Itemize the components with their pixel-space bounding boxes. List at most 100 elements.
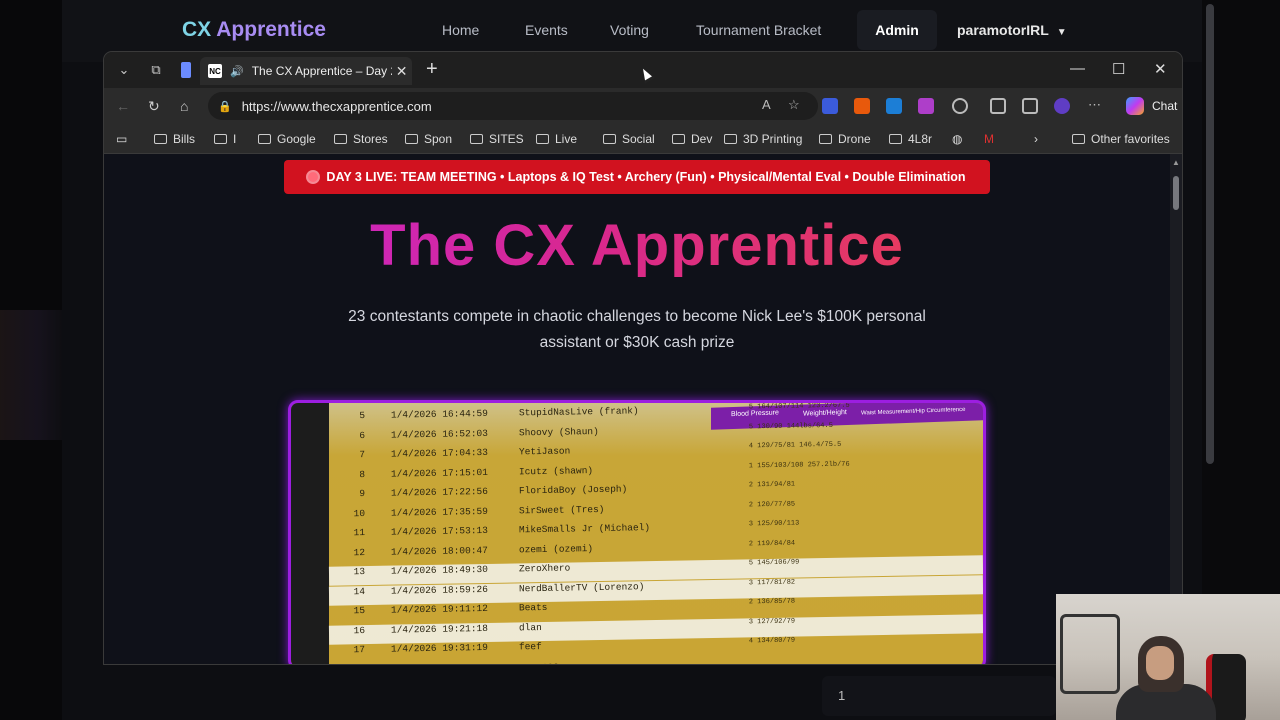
nav-events[interactable]: Events <box>525 22 568 38</box>
sheet-cell-name: ZeroXhero <box>518 562 571 575</box>
bookmark-globe-icon[interactable]: ◍ <box>952 132 962 146</box>
user-menu[interactable]: paramotorIRL ▼ <box>957 22 1067 38</box>
sheet-cell-n: 17 <box>353 644 366 656</box>
bookmarks-bar: ▭ Bills I Google Stores Spon SITES Live … <box>104 124 1182 154</box>
workspaces-icon[interactable]: ⧉ <box>146 60 166 80</box>
nav-home[interactable]: Home <box>442 22 479 38</box>
bookmark-stores[interactable]: Stores <box>334 132 388 146</box>
bookmark-label: Live <box>555 132 578 146</box>
minimize-icon[interactable]: — <box>1070 60 1085 77</box>
sheet-cell-name: Icutz (shawn) <box>518 464 594 477</box>
url-input[interactable] <box>241 98 762 114</box>
spreadsheet-video-frame: Blood Pressure Weight/Height Waist Measu… <box>291 403 983 664</box>
sheet-edge <box>291 403 329 664</box>
refresh-icon[interactable]: ↻ <box>148 98 160 115</box>
split-screen-icon[interactable] <box>990 98 1006 114</box>
extension-fox-icon[interactable] <box>854 98 870 114</box>
extension-color-icon[interactable] <box>918 98 934 114</box>
extension-translate-icon[interactable] <box>886 98 902 114</box>
nav-admin[interactable]: Admin <box>857 10 937 50</box>
extension-shield-icon[interactable] <box>822 98 838 114</box>
bookmark-3d-printing[interactable]: 3D Printing <box>724 132 802 146</box>
sheet-cell-vals: 5 164/107/114 123.2/67.5 <box>748 401 850 412</box>
webcam-overlay <box>1056 594 1280 720</box>
other-favorites[interactable]: Other favorites <box>1072 132 1170 146</box>
folder-icon <box>470 134 483 144</box>
folder-icon <box>536 134 549 144</box>
video-player[interactable]: Blood Pressure Weight/Height Waist Measu… <box>288 400 986 664</box>
folder-icon <box>724 134 737 144</box>
new-tab-icon[interactable]: + <box>426 58 438 81</box>
bookmark-4l8r[interactable]: 4L8r <box>889 132 932 146</box>
bookmark-google[interactable]: Google <box>258 132 316 146</box>
sheet-cell-vals: 3 117/81/82 <box>748 578 796 587</box>
close-window-icon[interactable]: ✕ <box>1154 60 1167 78</box>
bookmark-label: Bills <box>173 132 196 146</box>
page-scrollbar[interactable] <box>1206 4 1214 464</box>
sheet-cell-name: SirSweet (Tres) <box>518 503 605 516</box>
maximize-icon[interactable]: ☐ <box>1112 60 1125 78</box>
vertical-tabs-icon[interactable] <box>176 60 196 80</box>
favorite-star-icon[interactable]: ☆ <box>788 97 800 113</box>
tab-actions-icon[interactable]: ⌄ <box>114 60 134 80</box>
scroll-thumb[interactable] <box>1173 176 1179 210</box>
bookmark-sites[interactable]: SITES <box>470 132 524 146</box>
live-banner[interactable]: DAY 3 LIVE: TEAM MEETING • Laptops & IQ … <box>284 160 990 194</box>
nav-tournament-bracket[interactable]: Tournament Bracket <box>696 22 821 38</box>
content-scrollbar[interactable]: ▲ <box>1170 154 1182 664</box>
sheet-cell-vals: 3 125/90/113 <box>748 519 800 529</box>
tab-active[interactable]: NC 🔊 The CX Apprentice – Day 2 Li ✕ <box>200 57 412 85</box>
site-logo[interactable]: CX Apprentice <box>182 18 326 42</box>
close-tab-icon[interactable]: ✕ <box>396 63 408 80</box>
bookmark-label: Stores <box>353 132 388 146</box>
folder-icon <box>214 134 227 144</box>
background-input[interactable]: 1 <box>822 676 1056 716</box>
sheet-cell-date: 1/4/2026 17:35:59 <box>390 505 488 519</box>
home-icon[interactable]: ⌂ <box>180 98 188 114</box>
read-aloud-icon[interactable]: A <box>762 97 771 112</box>
sheet-cell-n: 16 <box>353 624 366 636</box>
bookmark-i[interactable]: I <box>214 132 236 146</box>
bookmark-live[interactable]: Live <box>536 132 577 146</box>
bookmark-drone[interactable]: Drone <box>819 132 871 146</box>
sheet-cell-vals: 5 130/90 144lbs/64.5 <box>748 421 833 431</box>
scroll-up-icon[interactable]: ▲ <box>1172 158 1180 167</box>
url-field[interactable]: 🔒 <box>208 92 818 120</box>
profile-avatar-icon[interactable] <box>1054 98 1070 114</box>
more-options-icon[interactable]: ⋯ <box>1088 97 1101 113</box>
folder-icon <box>154 134 167 144</box>
live-dot-icon <box>308 172 319 182</box>
sheet-cell-date: 1/4/2026 18:59:26 <box>390 583 488 597</box>
folder-icon <box>1072 134 1085 144</box>
sheet-cell-n: 8 <box>359 468 366 480</box>
sheet-cell-n: 6 <box>359 429 366 441</box>
user-name: paramotorIRL <box>957 22 1049 38</box>
bookmark-label: SITES <box>489 132 524 146</box>
bookmarks-overflow-icon[interactable]: › <box>1034 132 1038 146</box>
sheet-cell-vals: 2 131/94/81 <box>748 480 796 490</box>
logo-cx: CX <box>182 18 212 41</box>
sheet-cell-n: 10 <box>353 507 366 519</box>
sheet-cell-date: 1/4/2026 19:21:18 <box>390 622 488 636</box>
sheet-cell-vals: 2 136/85/78 <box>748 597 796 607</box>
extensions-icon[interactable] <box>952 98 968 114</box>
speaker-icon[interactable]: 🔊 <box>230 65 244 78</box>
nav-voting[interactable]: Voting <box>610 22 649 38</box>
favorites-icon[interactable] <box>1022 98 1038 114</box>
lock-icon[interactable]: 🔒 <box>218 100 232 113</box>
sheet-cell-name: YetiJason <box>518 445 571 458</box>
tab-favicon: NC <box>208 64 222 78</box>
back-icon[interactable]: ← <box>116 98 130 114</box>
bookmark-bills[interactable]: Bills <box>154 132 195 146</box>
folder-icon <box>672 134 685 144</box>
bookmark-spon[interactable]: Spon <box>405 132 452 146</box>
sheet-cell-vals: 3 127/92/79 <box>748 617 796 626</box>
sheet-cell-date: 1/4/2026 17:22:56 <box>390 485 488 499</box>
copilot-chat-button[interactable]: Chat <box>1116 93 1182 119</box>
bookmark-social[interactable]: Social <box>603 132 655 146</box>
bookmark-gmail-icon[interactable]: M <box>984 132 994 146</box>
bookmark-menu-icon[interactable]: ▭ <box>116 132 127 146</box>
sheet-cell-vals: 4 129/75/81 146.4/75.5 <box>748 440 842 451</box>
bookmark-label: I <box>233 132 237 146</box>
bookmark-dev[interactable]: Dev <box>672 132 712 146</box>
